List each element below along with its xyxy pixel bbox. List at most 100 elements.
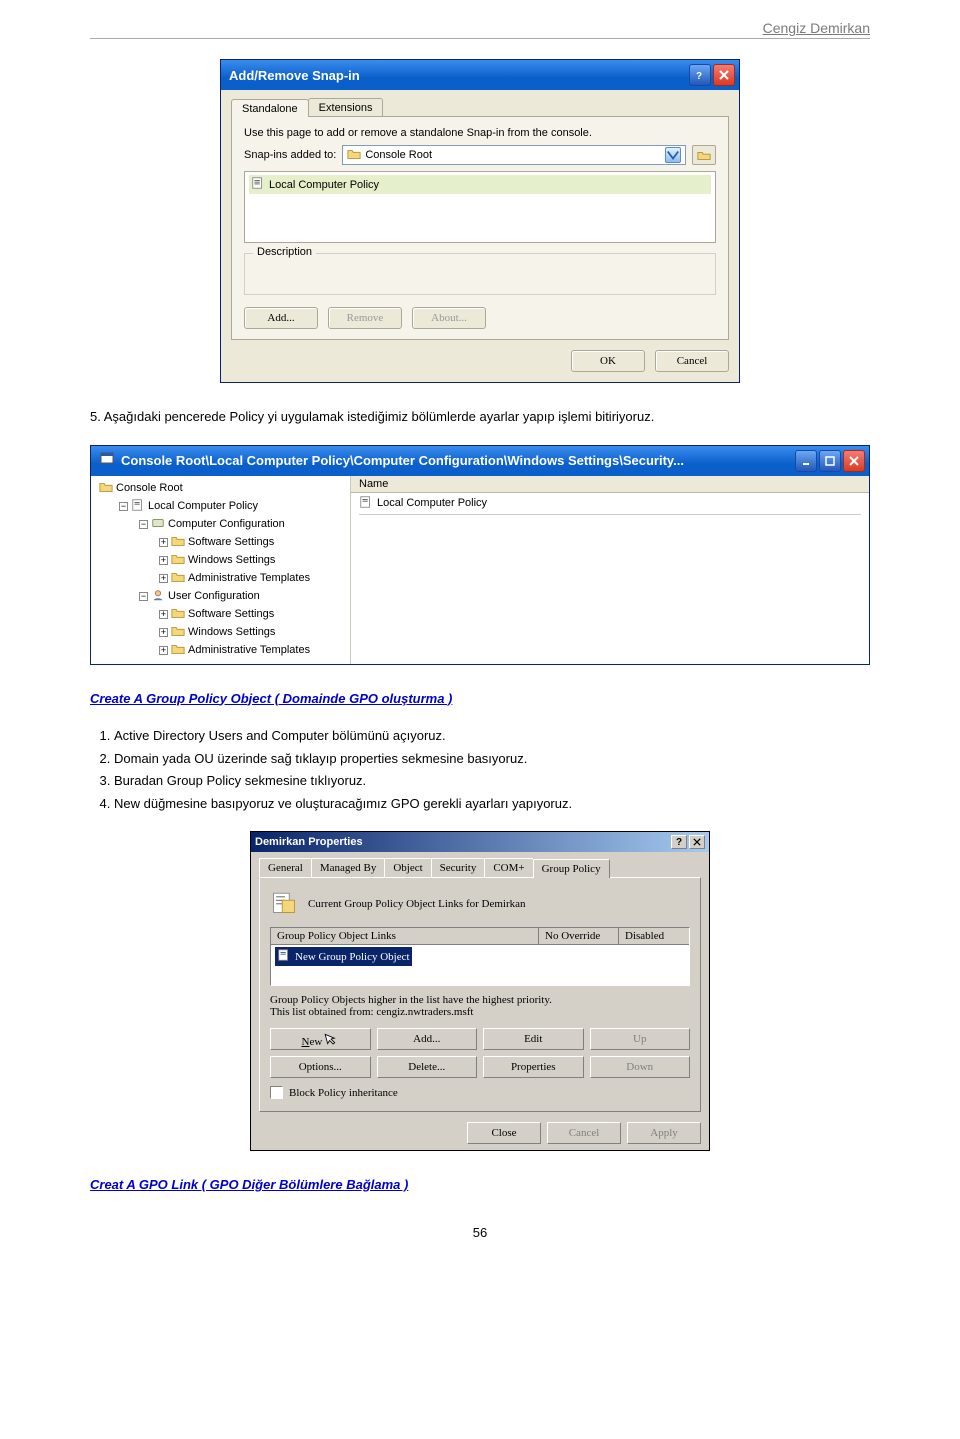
tree-label: Administrative Templates — [188, 644, 310, 656]
tree-software-settings-user[interactable]: + Software Settings — [95, 606, 350, 624]
tree-console-root[interactable]: Console Root — [95, 480, 350, 498]
ok-button[interactable]: OK — [571, 350, 645, 372]
list-column-name[interactable]: Name — [351, 476, 869, 493]
tree-label: Software Settings — [188, 608, 274, 620]
mmc-titlebar[interactable]: Console Root\Local Computer Policy\Compu… — [91, 446, 869, 476]
tree-label: Console Root — [116, 482, 183, 494]
up-button[interactable]: Up — [590, 1028, 691, 1050]
collapse-icon[interactable]: − — [139, 520, 148, 529]
snapins-combo[interactable]: Console Root — [342, 145, 686, 165]
tab-security[interactable]: Security — [431, 858, 486, 877]
collapse-icon[interactable]: − — [119, 502, 128, 511]
expand-icon[interactable]: + — [159, 556, 168, 565]
folder-icon — [171, 552, 185, 569]
add-remove-snapin-dialog: Add/Remove Snap-in ? Standalone Extensio… — [220, 59, 740, 383]
dropdown-arrow-icon[interactable] — [665, 147, 681, 163]
minimize-button[interactable] — [795, 450, 817, 472]
tab-standalone[interactable]: Standalone — [231, 99, 309, 117]
folder-icon — [171, 606, 185, 623]
options-button[interactable]: Options... — [270, 1056, 371, 1078]
dialog-titlebar[interactable]: Add/Remove Snap-in ? — [221, 60, 739, 90]
tree-label: User Configuration — [168, 590, 260, 602]
close-button[interactable] — [713, 64, 735, 86]
tab-complus[interactable]: COM+ — [484, 858, 533, 877]
properties-button[interactable]: Properties — [483, 1056, 584, 1078]
close-button[interactable]: Close — [467, 1122, 541, 1144]
config-icon — [151, 588, 165, 605]
mmc-tree[interactable]: Console Root − Local Computer Policy − C… — [91, 476, 351, 664]
close-button[interactable] — [843, 450, 865, 472]
tree-admin-templates[interactable]: + Administrative Templates — [95, 570, 350, 588]
properties-titlebar[interactable]: Demirkan Properties ? — [251, 832, 709, 852]
priority-note-2: This list obtained from: cengiz.nwtrader… — [270, 1006, 690, 1018]
list-row[interactable]: New Group Policy Object — [275, 947, 412, 966]
block-inheritance-checkbox[interactable]: Block Policy inheritance — [270, 1086, 690, 1099]
console-icon — [99, 451, 115, 470]
list-item-label: Local Computer Policy — [269, 179, 379, 191]
apply-button[interactable]: Apply — [627, 1122, 701, 1144]
tree-windows-settings[interactable]: + Windows Settings — [95, 552, 350, 570]
mmc-list-pane: Name Local Computer Policy — [351, 476, 869, 664]
folder-icon — [171, 534, 185, 551]
tab-object[interactable]: Object — [384, 858, 431, 877]
mmc-title: Console Root\Local Computer Policy\Compu… — [121, 453, 684, 468]
tree-user-configuration[interactable]: − User Configuration — [95, 588, 350, 606]
add-button[interactable]: Add... — [377, 1028, 478, 1050]
expand-icon[interactable]: + — [159, 646, 168, 655]
tab-managed-by[interactable]: Managed By — [311, 858, 386, 877]
tree-software-settings[interactable]: + Software Settings — [95, 534, 350, 552]
description-legend: Description — [253, 246, 316, 258]
cursor-icon — [323, 1029, 341, 1049]
tab-general[interactable]: General — [259, 858, 312, 877]
collapse-icon[interactable]: − — [139, 592, 148, 601]
down-button[interactable]: Down — [590, 1056, 691, 1078]
cancel-button[interactable]: Cancel — [655, 350, 729, 372]
col-links[interactable]: Group Policy Object Links — [271, 928, 539, 944]
edit-button[interactable]: Edit — [483, 1028, 584, 1050]
config-icon — [151, 516, 165, 533]
remove-button[interactable]: Remove — [328, 307, 402, 329]
step-item: Domain yada OU üzerinde sağ tıklayıp pro… — [114, 749, 870, 769]
about-button[interactable]: About... — [412, 307, 486, 329]
gpo-links-icon — [270, 888, 298, 919]
checkbox-label: Block Policy inheritance — [289, 1087, 398, 1099]
help-button[interactable]: ? — [689, 64, 711, 86]
tree-computer-configuration[interactable]: − Computer Configuration — [95, 516, 350, 534]
browse-up-button[interactable] — [692, 145, 716, 165]
col-disabled[interactable]: Disabled — [619, 928, 689, 944]
gpo-links-list[interactable]: Group Policy Object Links No Override Di… — [270, 927, 690, 986]
svg-text:?: ? — [696, 71, 702, 80]
maximize-button[interactable] — [819, 450, 841, 472]
col-no-override[interactable]: No Override — [539, 928, 619, 944]
snapins-list[interactable]: Local Computer Policy — [244, 171, 716, 243]
properties-dialog: Demirkan Properties ? General Managed By… — [250, 831, 710, 1151]
priority-note-1: Group Policy Objects higher in the list … — [270, 994, 690, 1006]
add-button[interactable]: Add... — [244, 307, 318, 329]
list-row[interactable]: Local Computer Policy — [351, 493, 869, 514]
folder-icon — [171, 624, 185, 641]
gpo-row-label: New Group Policy Object — [295, 951, 410, 963]
close-button[interactable] — [689, 835, 705, 849]
tree-local-computer-policy[interactable]: − Local Computer Policy — [95, 498, 350, 516]
folder-icon — [99, 480, 113, 497]
tab-extensions[interactable]: Extensions — [308, 98, 384, 116]
tree-label: Administrative Templates — [188, 572, 310, 584]
delete-button[interactable]: Delete... — [377, 1056, 478, 1078]
policy-icon — [131, 498, 145, 515]
new-button[interactable]: New — [270, 1028, 371, 1050]
expand-icon[interactable]: + — [159, 610, 168, 619]
expand-icon[interactable]: + — [159, 538, 168, 547]
cancel-button[interactable]: Cancel — [547, 1122, 621, 1144]
tree-label: Software Settings — [188, 536, 274, 548]
snapins-label: Snap-ins added to: — [244, 149, 336, 161]
tree-windows-settings-user[interactable]: + Windows Settings — [95, 624, 350, 642]
expand-icon[interactable]: + — [159, 628, 168, 637]
tab-group-policy[interactable]: Group Policy — [533, 859, 610, 878]
dialog-title: Add/Remove Snap-in — [229, 68, 360, 83]
heading-create-gpo: Create A Group Policy Object ( Domainde … — [90, 691, 452, 706]
help-button[interactable]: ? — [671, 835, 687, 849]
folder-icon — [347, 147, 361, 164]
expand-icon[interactable]: + — [159, 574, 168, 583]
tree-admin-templates-user[interactable]: + Administrative Templates — [95, 642, 350, 660]
list-item[interactable]: Local Computer Policy — [249, 175, 711, 194]
